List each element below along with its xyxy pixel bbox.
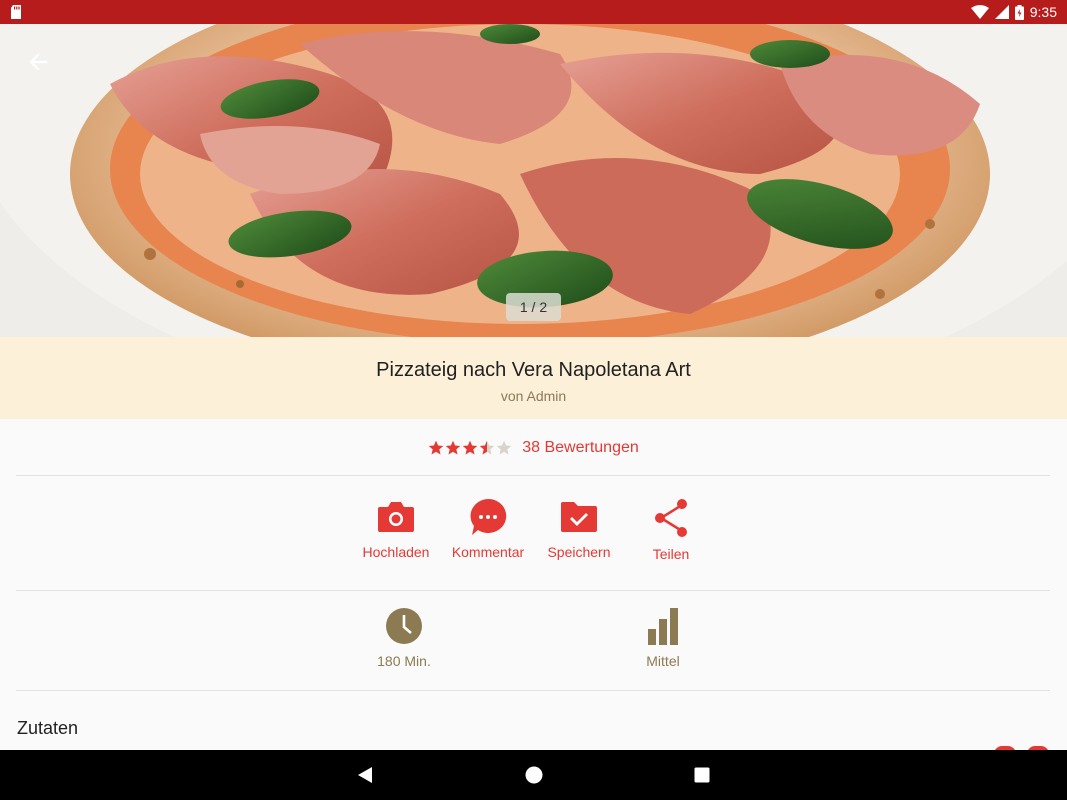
nav-recents-icon [694, 767, 710, 783]
recipe-title: Pizzateig nach Vera Napoletana Art [376, 359, 691, 381]
star-icon [480, 440, 495, 454]
battery-icon [1014, 4, 1024, 20]
recipe-author: von Admin [500, 388, 567, 404]
star-icon [463, 440, 478, 454]
rating-row[interactable]: 38 Bewertungen [0, 420, 1067, 475]
nav-home-button[interactable] [504, 750, 564, 800]
star-icon [429, 440, 444, 454]
recipe-screen: 9:35 1 / 2 Pizzateig nach Vera Napoletan… [0, 0, 1067, 800]
divider [16, 690, 1050, 691]
rating-count[interactable]: 38 Bewertungen [522, 439, 639, 457]
rating-stars [428, 440, 512, 456]
pizza-image [0, 24, 1067, 337]
comment-label: Kommentar [451, 544, 525, 560]
folder-check-icon [561, 502, 597, 532]
difficulty: Mittel [603, 607, 723, 669]
nav-back-button[interactable] [335, 750, 395, 800]
prep-time-label: 180 Min. [377, 653, 431, 669]
camera-icon [378, 502, 414, 532]
status-bar: 9:35 [0, 0, 1067, 24]
upload-button[interactable]: Hochladen [351, 498, 441, 560]
nav-home-icon [525, 766, 543, 784]
nav-back-icon [358, 767, 372, 783]
save-label: Speichern [547, 544, 611, 560]
back-button[interactable] [20, 44, 56, 80]
comment-button[interactable]: Kommentar [443, 498, 533, 560]
nav-recents-button[interactable] [672, 750, 732, 800]
star-icon [497, 440, 512, 454]
star-icon [446, 440, 461, 454]
status-time: 9:35 [1029, 4, 1057, 20]
share-label: Teilen [652, 546, 690, 562]
signal-icon [994, 5, 1009, 19]
wifi-icon [970, 5, 989, 19]
ingredients-heading: Zutaten [17, 718, 79, 738]
recipe-meta: 180 Min. Mittel [0, 591, 1067, 690]
difficulty-label: Mittel [646, 653, 680, 669]
difficulty-bars-icon [648, 608, 678, 645]
arrow-back-icon [29, 53, 48, 71]
image-pager-indicator: 1 / 2 [506, 293, 561, 321]
share-button[interactable]: Teilen [626, 498, 716, 562]
clock-icon [386, 608, 422, 644]
comment-icon [470, 498, 507, 535]
system-nav-bar [0, 750, 1067, 800]
recipe-header: Pizzateig nach Vera Napoletana Art von A… [0, 337, 1067, 419]
action-bar: Hochladen Kommentar Speichern Teilen [0, 476, 1067, 590]
sd-card-icon [11, 5, 21, 19]
save-button[interactable]: Speichern [534, 498, 624, 560]
share-icon [655, 499, 687, 537]
prep-time: 180 Min. [344, 607, 464, 669]
recipe-photo[interactable] [0, 24, 1067, 337]
upload-label: Hochladen [362, 544, 430, 560]
